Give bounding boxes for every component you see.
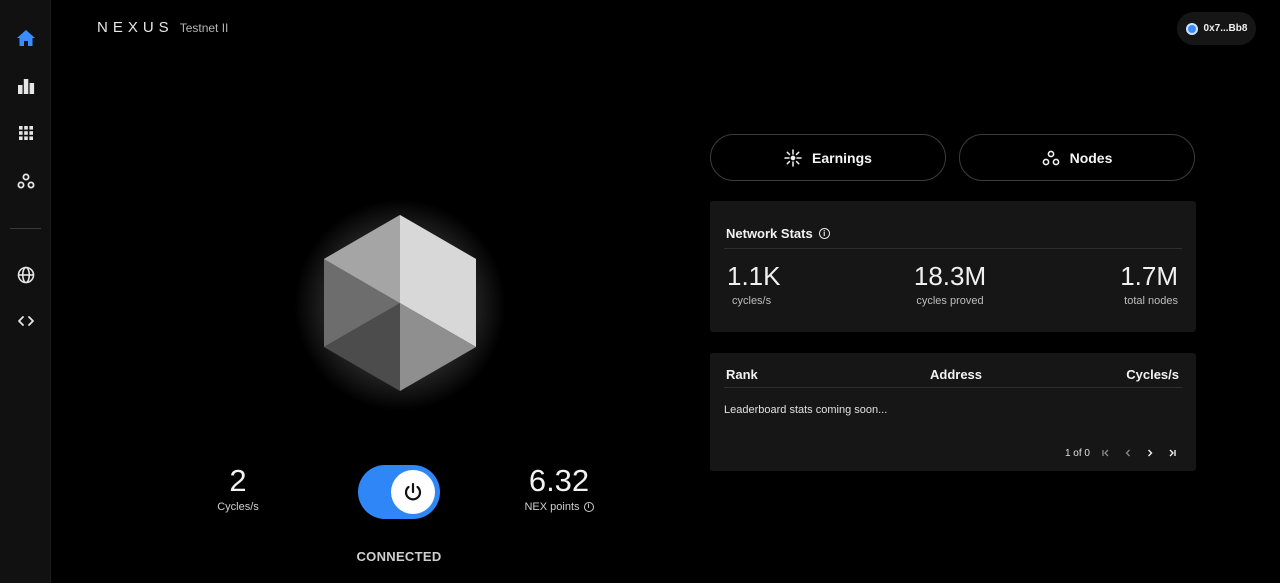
points-stat: 6.32 NEX points i — [509, 465, 609, 513]
leaderboard-empty-message: Leaderboard stats coming soon... — [724, 404, 888, 416]
network-label: Testnet II — [179, 21, 229, 35]
wallet-button[interactable]: 0x7...Bb8 — [1177, 12, 1256, 45]
pagination: 1 of 0 — [1065, 447, 1178, 459]
power-icon — [404, 482, 422, 501]
network-stats-title: Network Stats i — [726, 226, 830, 241]
column-cycles: Cycles/s — [1126, 367, 1179, 382]
card-divider — [724, 248, 1182, 249]
nodes-label: Nodes — [1069, 149, 1113, 166]
sidebar-item-stats[interactable] — [12, 72, 40, 100]
cycles-label: Cycles/s — [217, 501, 259, 513]
connection-status: CONNECTED — [356, 549, 442, 564]
info-icon[interactable]: i — [818, 228, 830, 239]
wallet-icon — [1185, 22, 1198, 35]
info-icon[interactable]: i — [583, 502, 594, 512]
brand-logo: NEXUS — [97, 19, 174, 36]
first-page-icon — [1102, 449, 1109, 457]
grid-icon — [19, 126, 33, 140]
column-address: Address — [930, 367, 983, 382]
cycles-value: 2 — [229, 463, 247, 498]
sidebar — [0, 0, 51, 583]
prover-cube-graphic — [290, 195, 510, 415]
toggle-knob — [391, 470, 435, 514]
globe-icon — [17, 266, 35, 284]
sidebar-item-nodes[interactable] — [12, 167, 40, 195]
nodes-icon — [17, 173, 35, 189]
wallet-address: 0x7...Bb8 — [1203, 23, 1248, 34]
sidebar-item-apps[interactable] — [12, 119, 40, 147]
earnings-label: Earnings — [812, 149, 872, 166]
sparkle-icon — [784, 148, 802, 167]
last-page-button[interactable] — [1166, 447, 1178, 459]
sidebar-item-explorer[interactable] — [12, 261, 40, 289]
page-indicator: 1 of 0 — [1064, 447, 1090, 459]
points-label: NEX points — [524, 501, 580, 513]
network-stat-cycles: 1.1K cycles/s — [727, 261, 781, 307]
sidebar-divider — [10, 228, 41, 229]
nodes-icon — [1042, 150, 1059, 165]
cycles-stat: 2 Cycles/s — [198, 463, 278, 514]
code-icon — [18, 316, 34, 326]
table-divider — [724, 387, 1182, 388]
chevron-right-icon — [1148, 449, 1153, 457]
prover-power-toggle[interactable] — [358, 465, 440, 519]
brand-header: NEXUS Testnet II — [97, 19, 228, 36]
chevron-left-icon — [1125, 449, 1130, 457]
bar-chart-icon — [18, 79, 35, 94]
sidebar-item-home[interactable] — [12, 24, 40, 52]
network-stat-proved: 18.3M cycles proved — [913, 261, 987, 307]
leaderboard-card: Rank Address Cycles/s Leaderboard stats … — [710, 353, 1196, 471]
cube-icon — [324, 215, 476, 391]
last-page-icon — [1169, 449, 1176, 457]
nodes-button[interactable]: Nodes — [959, 134, 1195, 181]
prev-page-button[interactable] — [1122, 447, 1134, 459]
network-stats-card: Network Stats i 1.1K cycles/s 18.3M cycl… — [710, 201, 1196, 332]
points-value: 6.32 — [528, 463, 590, 498]
home-icon — [17, 30, 35, 46]
network-stat-nodes: 1.7M total nodes — [1120, 261, 1178, 307]
earnings-button[interactable]: Earnings — [710, 134, 946, 181]
next-page-button[interactable] — [1144, 447, 1156, 459]
column-rank: Rank — [726, 367, 758, 382]
sidebar-item-developers[interactable] — [12, 307, 40, 335]
first-page-button[interactable] — [1100, 447, 1112, 459]
